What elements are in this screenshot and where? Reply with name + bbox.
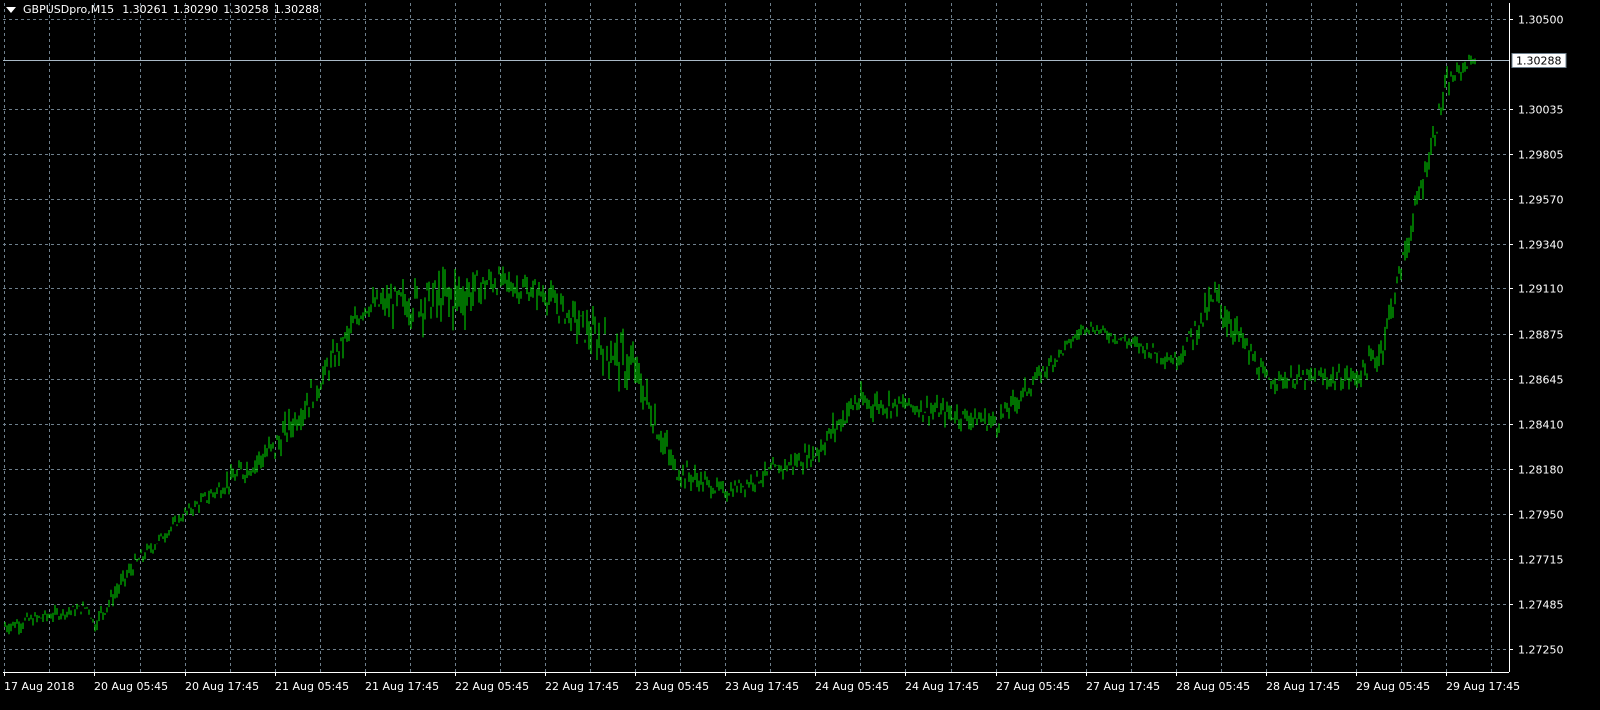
x-tick-label: 28 Aug 05:45 [1176,680,1250,693]
y-tick-label: 1.29570 [1518,194,1564,207]
x-tick-label: 28 Aug 17:45 [1266,680,1340,693]
y-tick-label: 1.30500 [1518,14,1564,27]
x-tick-label: 20 Aug 17:45 [185,680,259,693]
y-tick-label: 1.28180 [1518,464,1564,477]
x-tick-label: 21 Aug 05:45 [275,680,349,693]
x-tick-label: 29 Aug 05:45 [1356,680,1430,693]
x-tick-label: 27 Aug 05:45 [996,680,1070,693]
x-tick-label: 27 Aug 17:45 [1086,680,1160,693]
close-price: 1.30288 [273,3,320,16]
y-tick-label: 1.29110 [1518,283,1564,296]
y-tick-label: 1.30035 [1518,104,1564,117]
y-tick-label: 1.27250 [1518,644,1564,657]
x-tick-label: 23 Aug 05:45 [635,680,709,693]
y-tick-label: 1.29340 [1518,239,1564,252]
current-price-label: 1.30288 [1516,55,1562,68]
y-tick-label: 1.29805 [1518,149,1564,162]
price-series [4,54,1476,635]
y-tick-label: 1.27950 [1518,509,1564,522]
x-tick-label: 29 Aug 17:45 [1446,680,1520,693]
open-price: 1.30261 [122,3,168,16]
chart-window[interactable]: 1.30500 1.30035 1.29805 1.29570 1.29340 1.291… [0,0,1600,710]
x-tick-label: 24 Aug 05:45 [815,680,889,693]
x-tick-label: 24 Aug 17:45 [905,680,979,693]
symbol-timeframe-label: GBPUSDpro,M15 [23,3,115,16]
x-tick-label: 20 Aug 05:45 [94,680,168,693]
y-tick-label: 1.27715 [1518,554,1564,567]
x-tick-label: 21 Aug 17:45 [365,680,439,693]
y-tick-label: 1.28645 [1518,374,1564,387]
y-tick-label: 1.28410 [1518,419,1564,432]
x-tick-label: 23 Aug 17:45 [725,680,799,693]
price-chart[interactable]: 1.30500 1.30035 1.29805 1.29570 1.29340 1.291… [0,0,1600,710]
low-price: 1.30258 [223,3,269,16]
chart-header: GBPUSDpro,M15 1.30261 1.30290 1.30258 1.… [6,3,320,16]
chart-menu-triangle-icon[interactable] [6,6,16,13]
y-tick-label: 1.28875 [1518,329,1564,342]
high-price: 1.30290 [172,3,219,16]
y-tick-label: 1.27485 [1518,599,1564,612]
x-tick-label: 22 Aug 17:45 [545,680,619,693]
x-tick-label: 22 Aug 05:45 [455,680,529,693]
x-tick-label: 17 Aug 2018 [4,680,74,693]
